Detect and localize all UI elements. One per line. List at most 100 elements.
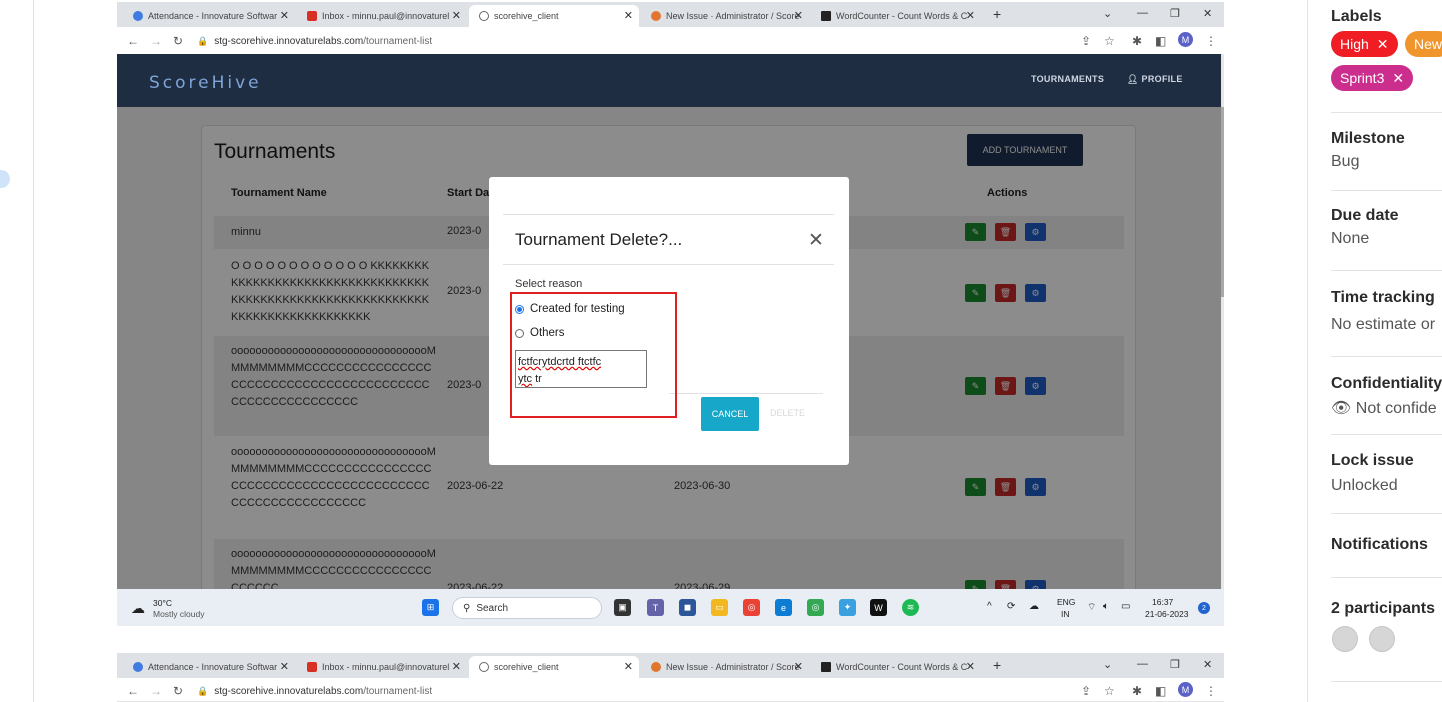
edge-icon[interactable]: e	[775, 599, 792, 616]
select-reason-label: Select reason	[515, 278, 583, 290]
avatar[interactable]	[1332, 626, 1358, 652]
search-label: Search	[476, 602, 509, 614]
close-icon[interactable]: ✕	[452, 9, 461, 22]
remove-label-icon[interactable]: ✕	[1392, 70, 1404, 87]
tab-new-issue[interactable]: New Issue · Administrator / Score ✕	[641, 656, 809, 678]
weather-desc[interactable]: Mostly cloudy	[153, 609, 205, 619]
profile-avatar[interactable]: M	[1178, 32, 1193, 47]
close-icon[interactable]: ✕	[966, 660, 975, 673]
file-explorer-icon[interactable]: ▭	[711, 599, 728, 616]
tab-attendance[interactable]: Attendance - Innovature Softwar ✕	[123, 656, 295, 678]
scorehive-logo[interactable]: ScoreHive	[149, 73, 262, 93]
confidentiality-value[interactable]: 👁︎ Not confide	[1331, 398, 1437, 418]
close-icon[interactable]: ✕	[966, 9, 975, 22]
taskbar-search[interactable]: ⚲ Search	[452, 597, 602, 619]
chrome-profile-icon[interactable]: ◎	[807, 599, 824, 616]
divider	[669, 393, 823, 394]
tab-new-issue[interactable]: New Issue · Administrator / Score ✕	[641, 5, 809, 27]
url-field[interactable]: 🔒 stg-scorehive.innovaturelabs.com/tourn…	[197, 31, 1177, 52]
side-panel-icon[interactable]: ◧	[1155, 34, 1166, 48]
menu-kebab-icon[interactable]: ⋮	[1205, 684, 1217, 698]
remove-label-icon[interactable]: ✕	[1377, 36, 1389, 53]
share-icon[interactable]: ⇪	[1081, 34, 1091, 48]
close-icon[interactable]: ✕	[794, 660, 803, 673]
cancel-button[interactable]: CANCEL	[701, 397, 759, 431]
task-view-icon[interactable]: ▣	[614, 599, 631, 616]
label-high[interactable]: High ✕	[1331, 31, 1398, 57]
close-icon[interactable]: ✕	[794, 9, 803, 22]
tab-attendance[interactable]: Attendance - Innovature Softwar ✕	[123, 5, 295, 27]
star-icon[interactable]: ☆	[1104, 34, 1115, 48]
close-icon[interactable]: ✕	[808, 229, 824, 252]
battery-icon[interactable]: ▭	[1121, 601, 1130, 612]
delete-button[interactable]: DELETE	[770, 408, 805, 418]
nav-tournaments[interactable]: TOURNAMENTS	[1031, 74, 1104, 84]
app-icon[interactable]: ✦	[839, 599, 856, 616]
reload-icon[interactable]: ↻	[173, 34, 183, 48]
tab-search-chevron-icon[interactable]: ⌄	[1103, 7, 1112, 20]
confidentiality-heading: Confidentiality	[1331, 375, 1442, 392]
tab-scorehive[interactable]: scorehive_client ✕	[469, 656, 639, 678]
language-eng[interactable]: ENG	[1057, 597, 1075, 607]
new-tab-icon[interactable]: +	[993, 657, 1001, 673]
avatar[interactable]	[1369, 626, 1395, 652]
tray-network-app-icon[interactable]: ☁	[1029, 601, 1039, 612]
wifi-icon[interactable]: ⌔	[1087, 601, 1096, 614]
language-in[interactable]: IN	[1061, 609, 1070, 619]
tray-app-icon[interactable]: ⟳	[1007, 601, 1015, 612]
menu-kebab-icon[interactable]: ⋮	[1205, 34, 1217, 48]
nav-profile[interactable]: 👤︎ PROFILE	[1127, 74, 1183, 85]
forward-arrow-icon[interactable]: →	[150, 34, 162, 48]
spotify-icon[interactable]: ≋	[902, 599, 919, 616]
restore-icon[interactable]: ❐	[1170, 7, 1180, 20]
tab-scorehive[interactable]: scorehive_client ✕	[469, 5, 639, 27]
label-new[interactable]: New	[1405, 31, 1442, 57]
new-tab-icon[interactable]: +	[993, 6, 1001, 22]
reload-icon[interactable]: ↻	[173, 684, 183, 698]
weather-temp[interactable]: 30°C	[153, 598, 172, 608]
tray-chevron-icon[interactable]: ^	[987, 601, 992, 612]
tab-inbox[interactable]: Inbox - minnu.paul@innovaturel ✕	[297, 5, 467, 27]
eye-icon: 👁︎	[1331, 400, 1352, 417]
window-close-icon[interactable]: ✕	[1203, 7, 1212, 20]
extensions-icon[interactable]: ✱	[1132, 684, 1142, 698]
profile-avatar[interactable]: M	[1178, 682, 1193, 697]
windows-start-icon[interactable]: ⊞	[422, 599, 439, 616]
minimize-icon[interactable]: —	[1137, 7, 1148, 19]
milestone-value[interactable]: Bug	[1331, 153, 1359, 171]
restore-icon[interactable]: ❐	[1170, 658, 1180, 671]
close-icon[interactable]: ✕	[280, 9, 289, 22]
chrome-icon[interactable]: ◎	[743, 599, 760, 616]
close-icon[interactable]: ✕	[280, 660, 289, 673]
share-icon[interactable]: ⇪	[1081, 684, 1091, 698]
close-icon[interactable]: ✕	[624, 9, 633, 22]
back-arrow-icon[interactable]: ←	[127, 34, 139, 48]
tab-wordcounter[interactable]: WordCounter - Count Words & C ✕	[811, 5, 981, 27]
lock-issue-value[interactable]: Unlocked	[1331, 477, 1398, 495]
minimize-icon[interactable]: —	[1137, 658, 1148, 670]
extensions-icon[interactable]: ✱	[1132, 34, 1142, 48]
clock-time[interactable]: 16:37	[1152, 597, 1173, 607]
forward-arrow-icon[interactable]: →	[150, 684, 162, 698]
attendance-favicon-icon	[133, 662, 143, 672]
star-icon[interactable]: ☆	[1104, 684, 1115, 698]
teams-icon[interactable]: T	[647, 599, 664, 616]
user-icon: 👤︎	[1127, 74, 1139, 84]
side-panel-icon[interactable]: ◧	[1155, 684, 1166, 698]
back-arrow-icon[interactable]: ←	[127, 684, 139, 698]
store-icon[interactable]: ◼	[679, 599, 696, 616]
tab-inbox[interactable]: Inbox - minnu.paul@innovaturel ✕	[297, 656, 467, 678]
label-sprint3[interactable]: Sprint3 ✕	[1331, 65, 1414, 91]
url-field[interactable]: 🔒 stg-scorehive.innovaturelabs.com/tourn…	[197, 681, 1177, 702]
tab-search-chevron-icon[interactable]: ⌄	[1103, 658, 1112, 671]
volume-icon[interactable]: 🔈︎	[1103, 601, 1109, 612]
clock-date[interactable]: 21-06-2023	[1145, 609, 1188, 619]
window-close-icon[interactable]: ✕	[1203, 658, 1212, 671]
close-icon[interactable]: ✕	[452, 660, 461, 673]
tab-wordcounter[interactable]: WordCounter - Count Words & C ✕	[811, 656, 981, 678]
notification-badge[interactable]: 2	[1198, 602, 1210, 614]
search-icon: ⚲	[463, 602, 471, 614]
wordcounter-app-icon[interactable]: W	[870, 599, 887, 616]
scrollbar-thumb[interactable]	[1221, 107, 1224, 297]
close-icon[interactable]: ✕	[624, 660, 633, 673]
